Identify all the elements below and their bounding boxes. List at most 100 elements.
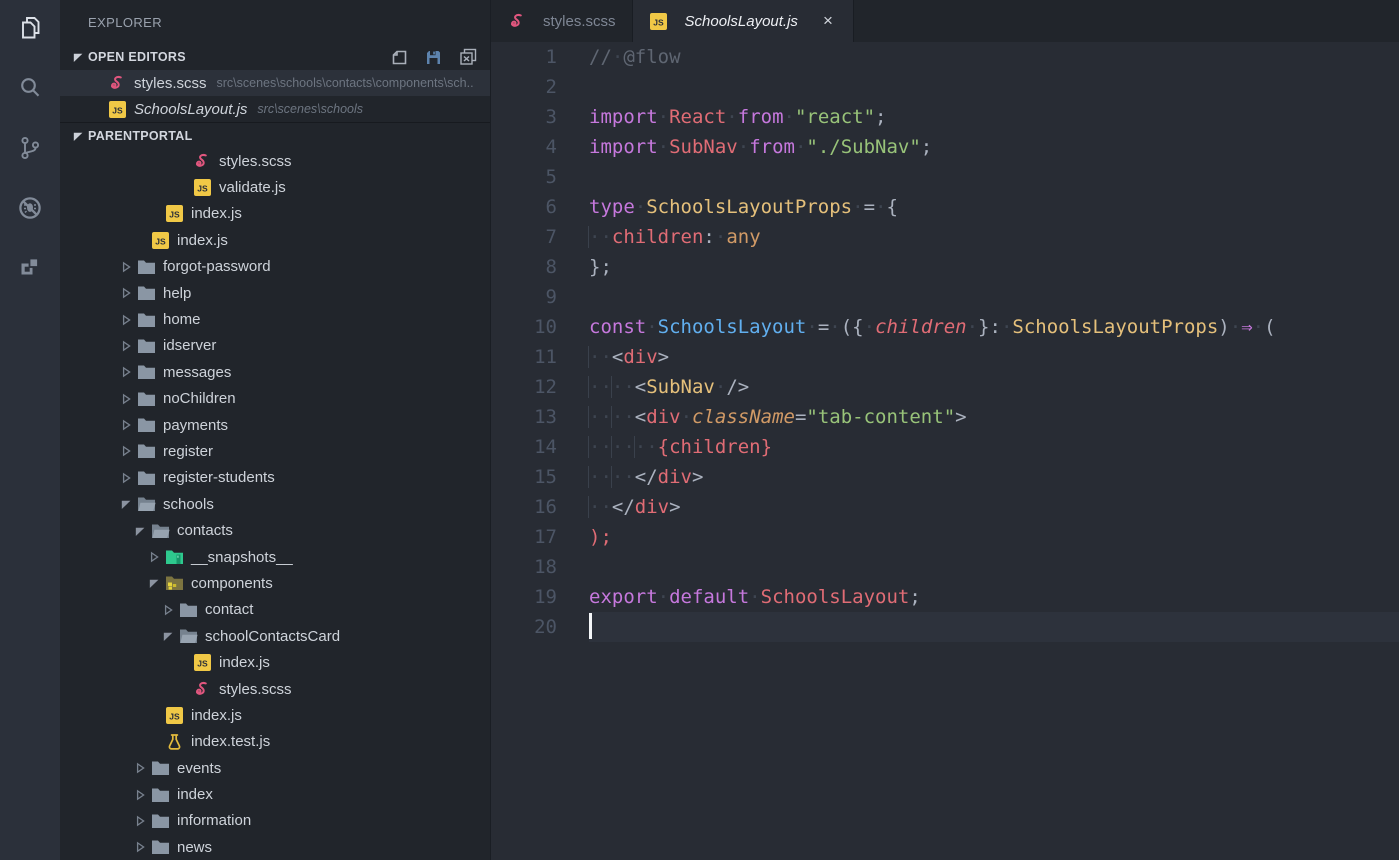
- open-editor-item[interactable]: styles.scsssrc\scenes\schools\contacts\c…: [60, 70, 490, 96]
- save-all-icon[interactable]: [424, 48, 443, 67]
- tab-styles-scss[interactable]: styles.scss: [491, 0, 633, 42]
- tree-row[interactable]: messages: [60, 359, 490, 385]
- code-line[interactable]: 19export·default·SchoolsLayout;: [491, 582, 1399, 612]
- tab-schoolslayout-js[interactable]: JSSchoolsLayout.js×: [633, 0, 854, 42]
- code-line[interactable]: 3import·React·from·"react";: [491, 102, 1399, 132]
- activitybar-extensions[interactable]: [0, 250, 60, 290]
- chevron-collapsed-icon[interactable]: [130, 815, 150, 827]
- chevron-collapsed-icon[interactable]: [130, 762, 150, 774]
- tree-row[interactable]: news: [60, 834, 490, 860]
- chevron-expanded-icon[interactable]: [130, 525, 150, 537]
- code-line[interactable]: 15····</div>: [491, 462, 1399, 492]
- chevron-collapsed-icon[interactable]: [116, 261, 136, 273]
- text-cursor: [589, 613, 592, 639]
- code-line[interactable]: 9: [491, 282, 1399, 312]
- chevron-expanded-icon[interactable]: [158, 630, 178, 642]
- tree-row[interactable]: styles.scss: [60, 148, 490, 174]
- tree-row[interactable]: contacts: [60, 517, 490, 543]
- chevron-collapsed-icon[interactable]: [116, 393, 136, 405]
- folder-snapshots-icon: [164, 549, 184, 565]
- code-line[interactable]: 16··</div>: [491, 492, 1399, 522]
- code-line[interactable]: 7··children:·any: [491, 222, 1399, 252]
- chevron-collapsed-icon[interactable]: [116, 472, 136, 484]
- open-editors-header[interactable]: OPEN EDITORS: [60, 44, 490, 70]
- js-icon: JS: [164, 707, 184, 724]
- code-line[interactable]: 5: [491, 162, 1399, 192]
- code-line[interactable]: 20: [491, 612, 1399, 642]
- tree-row[interactable]: JSindex.js: [60, 227, 490, 253]
- chevron-collapsed-icon[interactable]: [116, 419, 136, 431]
- tree-row[interactable]: schools: [60, 491, 490, 517]
- code-line[interactable]: 14······{children}: [491, 432, 1399, 462]
- chevron-expanded-icon[interactable]: [116, 498, 136, 510]
- whitespace-dot: ··: [588, 406, 612, 428]
- tree-row[interactable]: register-students: [60, 465, 490, 491]
- chevron-collapsed-icon[interactable]: [144, 551, 164, 563]
- new-untitled-file-icon[interactable]: [390, 48, 409, 67]
- chevron-collapsed-icon[interactable]: [116, 340, 136, 352]
- code-line[interactable]: 8};: [491, 252, 1399, 282]
- line-number: 12: [491, 372, 557, 402]
- open-editor-item[interactable]: JSSchoolsLayout.jssrc\scenes\schools: [60, 96, 490, 122]
- extensions-icon: [15, 253, 45, 288]
- tree-row[interactable]: schoolContactsCard: [60, 623, 490, 649]
- tree-row[interactable]: components: [60, 570, 490, 596]
- tree-row[interactable]: styles.scss: [60, 676, 490, 702]
- chevron-expanded-icon[interactable]: [68, 51, 88, 63]
- chevron-collapsed-icon[interactable]: [158, 604, 178, 616]
- chevron-collapsed-icon[interactable]: [130, 841, 150, 853]
- tree-row[interactable]: forgot-password: [60, 254, 490, 280]
- tree-row[interactable]: __snapshots__: [60, 544, 490, 570]
- tree-item-label: index.js: [219, 654, 270, 671]
- activitybar-explorer[interactable]: [0, 10, 60, 50]
- tree-row[interactable]: JSindex.js: [60, 649, 490, 675]
- code-line[interactable]: 18: [491, 552, 1399, 582]
- tree-row[interactable]: information: [60, 808, 490, 834]
- tree-row[interactable]: JSvalidate.js: [60, 174, 490, 200]
- activitybar-search[interactable]: [0, 70, 60, 110]
- debug-icon: [15, 193, 45, 228]
- chevron-collapsed-icon[interactable]: [116, 445, 136, 457]
- code-editor[interactable]: 1//·@flow23import·React·from·"react";4im…: [491, 42, 1399, 860]
- tree-row[interactable]: idserver: [60, 333, 490, 359]
- folder-icon: [136, 259, 156, 275]
- project-section-header[interactable]: PARENTPORTAL: [60, 122, 490, 148]
- tree-row[interactable]: JSindex.js: [60, 702, 490, 728]
- whitespace-dot: ·: [1253, 316, 1264, 338]
- code-token: SchoolsLayoutProps: [1012, 316, 1218, 338]
- tree-row[interactable]: help: [60, 280, 490, 306]
- scss-icon: [507, 12, 527, 30]
- chevron-collapsed-icon[interactable]: [116, 366, 136, 378]
- chevron-expanded-icon[interactable]: [68, 130, 88, 142]
- code-line[interactable]: 12····<SubNav·/>: [491, 372, 1399, 402]
- code-line[interactable]: 2: [491, 72, 1399, 102]
- activitybar-debug[interactable]: [0, 190, 60, 230]
- tree-row[interactable]: register: [60, 438, 490, 464]
- chevron-expanded-icon[interactable]: [144, 577, 164, 589]
- code-line[interactable]: 11··<div>: [491, 342, 1399, 372]
- chevron-collapsed-icon[interactable]: [130, 789, 150, 801]
- tree-row[interactable]: index: [60, 781, 490, 807]
- close-icon[interactable]: ×: [819, 11, 837, 31]
- tree-row[interactable]: index.test.js: [60, 729, 490, 755]
- tree-row[interactable]: contact: [60, 597, 490, 623]
- chevron-collapsed-icon[interactable]: [116, 314, 136, 326]
- tree-row[interactable]: JSindex.js: [60, 201, 490, 227]
- code-line[interactable]: 10const·SchoolsLayout·=·({·children·}:·S…: [491, 312, 1399, 342]
- code-line[interactable]: 4import·SubNav·from·"./SubNav";: [491, 132, 1399, 162]
- activitybar-source-control[interactable]: [0, 130, 60, 170]
- tree-row[interactable]: events: [60, 755, 490, 781]
- code-line[interactable]: 1//·@flow: [491, 42, 1399, 72]
- folder-icon: [136, 470, 156, 486]
- whitespace-dot: ··: [588, 436, 612, 458]
- code-line[interactable]: 17);: [491, 522, 1399, 552]
- tree-row[interactable]: noChildren: [60, 386, 490, 412]
- code-line[interactable]: 13····<div·className="tab-content">: [491, 402, 1399, 432]
- code-line[interactable]: 6type·SchoolsLayoutProps·=·{: [491, 192, 1399, 222]
- tree-row[interactable]: payments: [60, 412, 490, 438]
- tree-row[interactable]: home: [60, 306, 490, 332]
- whitespace-dot: ·: [726, 106, 737, 128]
- whitespace-dot: ·: [681, 406, 692, 428]
- chevron-collapsed-icon[interactable]: [116, 287, 136, 299]
- close-all-editors-icon[interactable]: [458, 47, 478, 67]
